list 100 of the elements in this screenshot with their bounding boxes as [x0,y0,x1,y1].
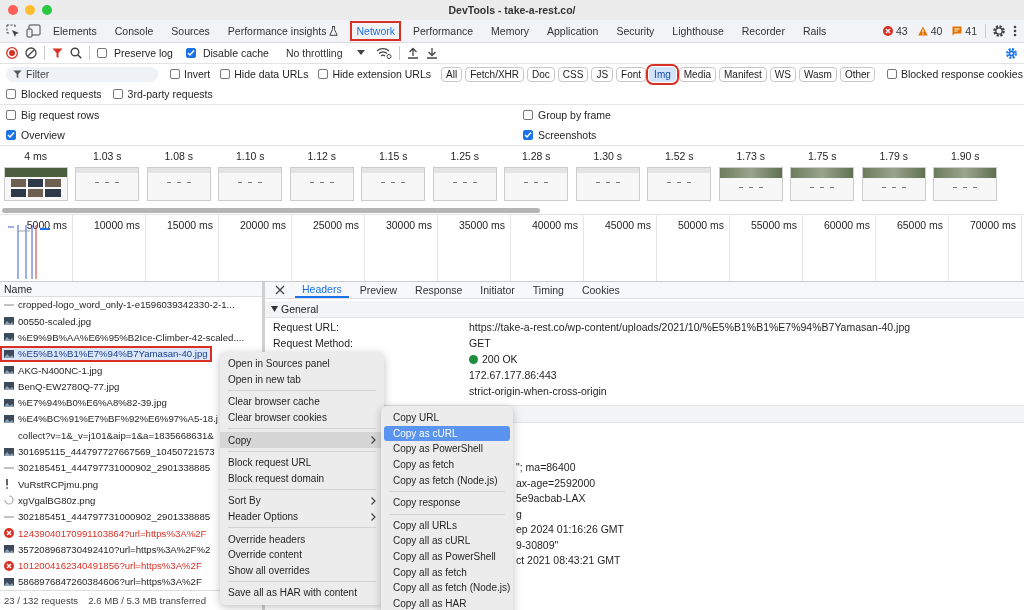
issue-counter[interactable]: 40 [915,25,945,37]
panel-tab[interactable]: Performance insights [221,21,345,41]
panel-tab[interactable]: Sources [165,21,216,41]
column-header[interactable]: Name [4,282,32,295]
checkbox[interactable] [185,48,196,58]
menu-item[interactable]: Copy [220,432,384,448]
menu-item[interactable]: Block request URL [220,454,384,471]
checkbox[interactable] [112,89,123,99]
panel-tab[interactable]: Console [108,21,160,41]
checkbox[interactable] [170,69,180,79]
window-close-button[interactable] [8,5,18,15]
type-filter-button[interactable]: JS [591,66,614,82]
issue-counter[interactable]: 41 [950,25,979,37]
screenshot-thumbnail[interactable] [218,167,283,201]
clear-icon[interactable] [25,47,37,59]
request-row[interactable]: %E9%9B%AA%E6%95%B2Ice-Climber-42-scaled.... [0,329,262,346]
screenshot-thumbnail[interactable] [146,167,211,201]
menu-item[interactable]: Copy as PowerShell [384,441,510,457]
checkbox[interactable] [6,130,16,140]
menu-item[interactable]: Show all overrides [220,562,384,579]
stop-recording-icon[interactable] [6,47,18,59]
menu-item[interactable]: Sort By [220,493,384,509]
settings-icon[interactable] [1005,46,1018,60]
type-filter-button[interactable]: Media [678,66,717,82]
checkbox[interactable] [318,69,329,79]
type-filter-button[interactable]: Font [616,66,647,82]
menu-item[interactable]: Copy URL [384,410,510,426]
checkbox[interactable] [220,69,231,79]
menu-item[interactable]: Save all as HAR with content [220,585,384,601]
request-row[interactable]: 00550-scaled.jpg [0,313,262,330]
type-filter-button[interactable]: Img [649,66,676,82]
menu-item[interactable]: Open in new tab [220,371,384,388]
screenshot-thumbnail[interactable] [432,167,497,201]
screenshot-thumbnail[interactable] [504,167,569,201]
panel-tab[interactable]: Recorder [735,21,791,41]
close-icon[interactable] [275,285,285,295]
settings-icon[interactable] [992,24,1006,38]
menu-item[interactable]: Clear browser cache [220,394,384,410]
menu-item[interactable]: Copy all as fetch (Node.js) [384,579,510,596]
screenshot-thumbnail[interactable] [3,167,68,201]
more-options-icon[interactable] [1012,24,1018,38]
menu-item[interactable]: Copy all as cURL [384,533,510,549]
menu-item[interactable]: Block request domain [220,470,384,487]
details-tab[interactable]: Cookies [574,282,627,298]
request-row[interactable]: cropped-logo_word_only-1-e1596039342330-2-1... [0,296,262,314]
throttling-dropdown[interactable]: No throttling [281,47,369,59]
checkbox[interactable] [6,89,16,99]
menu-item[interactable]: Copy all as HAR [384,595,510,610]
panel-tab[interactable]: Security [610,21,661,41]
screenshot-thumbnail[interactable] [75,167,140,201]
menu-item[interactable]: Copy all URLs [384,517,510,534]
details-tab[interactable]: Initiator [473,282,522,298]
checkbox[interactable] [97,48,107,58]
filter-icon[interactable] [52,47,63,59]
menu-item[interactable]: Copy all as PowerShell [384,548,510,565]
panel-tab[interactable]: Elements [47,21,103,41]
issue-counter[interactable]: 43 [880,25,910,37]
wifi-settings-icon[interactable] [375,47,392,59]
screenshot-thumbnail[interactable] [289,167,354,201]
panel-tab[interactable]: Lighthouse [666,21,730,41]
section-header[interactable]: General [265,301,1024,318]
upload-icon[interactable] [406,47,419,59]
menu-item[interactable]: Copy as fetch (Node.js) [384,472,510,488]
details-tab[interactable]: Preview [352,282,405,298]
menu-item[interactable]: Override content [220,546,384,563]
scrollbar-thumb[interactable] [2,207,540,213]
menu-item[interactable]: Copy response [384,494,510,511]
type-filter-button[interactable]: CSS [557,66,589,82]
details-tab[interactable]: Response [408,282,470,298]
menu-item[interactable]: Copy as fetch [384,456,510,473]
inspect-element-icon[interactable] [6,24,20,38]
screenshot-thumbnail[interactable] [361,167,426,201]
request-row[interactable]: %E5%B1%B1%E7%94%B7Yamasan-40.jpg [0,345,212,362]
search-icon[interactable] [70,47,82,59]
menu-item[interactable]: Open in Sources panel [220,356,384,372]
screenshot-thumbnail[interactable] [718,167,783,201]
menu-item[interactable]: Copy all as fetch [384,564,510,580]
screenshot-thumbnail[interactable] [861,167,926,201]
checkbox[interactable] [523,130,533,140]
type-filter-button[interactable]: Manifest [719,66,767,82]
screenshot-thumbnail[interactable] [647,167,712,201]
filter-field[interactable]: Filter [6,66,158,82]
type-filter-button[interactable]: Fetch/XHR [465,66,525,82]
checkbox[interactable] [523,110,533,120]
checkbox[interactable] [6,110,16,120]
panel-tab[interactable]: Application [541,21,605,41]
screenshot-thumbnail[interactable] [933,167,998,201]
details-tab[interactable]: Headers [295,282,349,298]
details-tab[interactable]: Timing [525,282,571,298]
panel-tab[interactable]: Network [350,21,401,41]
device-toolbar-icon[interactable] [26,24,41,38]
menu-item[interactable]: Header Options [220,508,384,525]
panel-tab[interactable]: Performance [407,21,480,41]
type-filter-button[interactable]: Other [839,66,875,82]
screenshot-thumbnail[interactable] [790,167,855,201]
panel-tab[interactable]: Rails [796,21,833,41]
type-filter-button[interactable]: Wasm [798,66,837,82]
checkbox[interactable] [886,69,897,79]
panel-tab[interactable]: Memory [485,21,536,41]
type-filter-button[interactable]: All [441,66,463,82]
